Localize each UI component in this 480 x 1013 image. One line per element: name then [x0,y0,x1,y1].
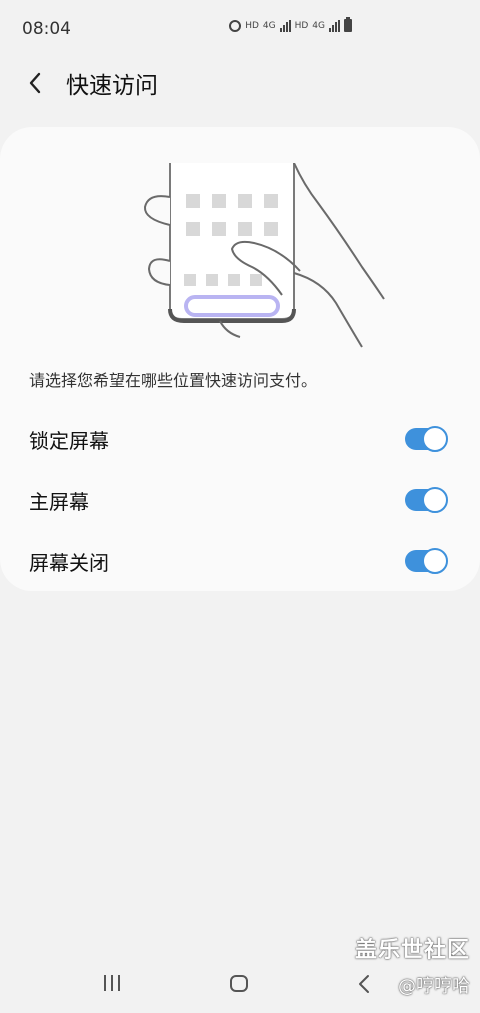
option-row-home-screen[interactable]: 主屏幕 [0,470,480,530]
settings-card: 请选择您希望在哪些位置快速访问支付。 锁定屏幕 主屏幕 屏幕关闭 [0,127,480,591]
navigation-bar [0,960,480,1013]
network-label-hd: HD [245,20,259,31]
nav-back-icon[interactable] [357,973,371,995]
alarm-icon [229,19,242,32]
home-screen-toggle[interactable] [405,487,448,513]
back-button[interactable] [20,68,50,98]
lock-screen-toggle[interactable] [405,426,448,452]
home-icon[interactable] [230,975,248,992]
toggle-thumb [422,487,448,513]
page-title: 快速访问 [66,73,158,99]
option-label: 锁定屏幕 [29,429,109,453]
battery-icon [344,17,352,32]
network-label-4g-2: 4G [312,20,325,31]
recent-apps-icon[interactable] [104,975,120,991]
screen-off-toggle[interactable] [405,548,448,574]
status-time: 08:04 [22,19,71,39]
option-row-lock-screen[interactable]: 锁定屏幕 [0,409,480,469]
toggle-thumb [422,548,448,574]
option-label: 主屏幕 [29,490,89,514]
description-text: 请选择您希望在哪些位置快速访问支付。 [29,371,318,390]
option-label: 屏幕关闭 [29,551,109,575]
status-bar: 08:04 HD 4G HD 4G [0,0,480,58]
app-header: 快速访问 [0,58,480,108]
signal-icon-2 [329,19,340,32]
back-chevron-icon [29,72,41,94]
network-label-hd-2: HD [294,20,309,31]
network-label-4g: 4G [262,20,276,31]
toggle-thumb [422,426,448,452]
signal-icon [279,19,291,32]
status-icons: HD 4G HD 4G [229,17,352,32]
option-row-screen-off[interactable]: 屏幕关闭 [0,531,480,591]
phone-in-hand-illustration [143,163,385,348]
